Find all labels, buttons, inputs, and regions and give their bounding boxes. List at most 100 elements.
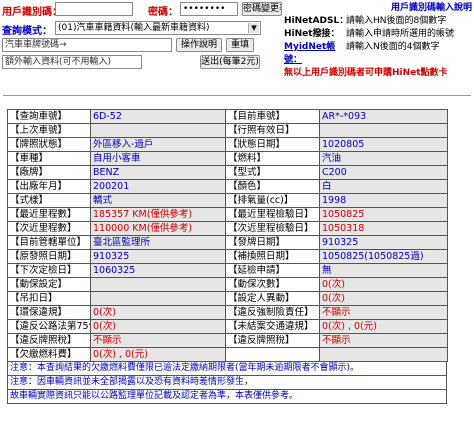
reset-button[interactable]: 重填 — [226, 38, 254, 52]
field-value: 自用小客車 — [90, 151, 226, 166]
field-label: 【違反強制險責任】 — [225, 305, 320, 320]
field-label: 【行照有效日】 — [225, 123, 320, 138]
hint-row: MyidNet帳號： 請輸入N後面的4個數字 — [284, 39, 472, 65]
field-value: 0(次) — [90, 319, 226, 334]
table-row: 【目前管轄單位】 臺北區監理所 【發牌日期】 910325 — [7, 235, 448, 250]
field-value: 1050318 — [319, 221, 448, 236]
field-value: 0(次) — [90, 305, 226, 320]
field-label: 【上次車號】 — [7, 123, 91, 138]
note-line: 注意：因車輛資訊並未全部揭露以及恐有資料時差情形發生， — [7, 376, 447, 390]
table-row: 【動保設定】 【動保次數】 0(次) — [7, 277, 448, 292]
field-label: 【型式】 — [225, 165, 320, 180]
field-label: 【未結案交通違規】 — [225, 319, 320, 334]
field-value: 6D-52 — [90, 109, 226, 124]
field-label: 【違反公路法第75條】 — [7, 319, 91, 334]
table-row: 【廠牌】 BENZ 【型式】 C200 — [7, 165, 448, 180]
table-row: 【次近里程數】 110000 KM(僅供參考) 【次近里程檢驗日】 1050318 — [7, 221, 448, 236]
password-input[interactable]: •••••••• — [180, 2, 238, 16]
field-label: 【動保次數】 — [225, 277, 320, 292]
hint-title: 用戶識別碼輸入說明 — [390, 3, 472, 13]
chevron-down-icon: ▼ — [248, 23, 259, 33]
field-value: 1050825(1050825過) — [319, 249, 448, 264]
field-label: 【動保設定】 — [7, 277, 91, 292]
hint-key-link[interactable]: MyidNet帳號： — [284, 39, 346, 65]
user-id-input[interactable] — [55, 2, 133, 16]
field-value — [90, 291, 226, 306]
field-value: 910325 — [319, 235, 448, 250]
table-row: 【最近里程數】 185357 KM(僅供參考) 【最近里程檢驗日】 1050825 — [7, 207, 448, 222]
hint-value: 請輸入申請時所選用的帳號 — [346, 29, 455, 39]
field-value: C200 — [319, 165, 448, 180]
field-value: 臺北區監理所 — [90, 235, 226, 250]
field-value: 1060325 — [90, 263, 226, 278]
field-label: 【目前車號】 — [225, 109, 320, 124]
query-mode-value: (01)汽車車籍資料(輸入最新車籍資料) — [58, 23, 210, 33]
field-label: 【燃料】 — [225, 151, 320, 166]
field-label: 【環保違規】 — [7, 305, 91, 320]
field-label: 【設定人異動】 — [225, 291, 320, 306]
field-value: 185357 KM(僅供參考) — [90, 207, 226, 222]
field-label: 【發牌日期】 — [225, 235, 320, 250]
table-row: 【環保違規】 0(次) 【違反強制險責任】 不顯示 — [7, 305, 448, 320]
field-label — [225, 347, 320, 362]
table-row: 【原發照日期】 910325 【補換照日期】 1050825(1050825過) — [7, 249, 448, 264]
field-value — [319, 347, 448, 362]
operation-help-button[interactable]: 操作說明 — [176, 38, 222, 52]
field-label: 【最近里程數】 — [7, 207, 91, 222]
field-value: 汽油 — [319, 151, 448, 166]
field-value: 200201 — [90, 179, 226, 194]
table-row: 【欠繳燃料費】 0(次) , 0(元) — [7, 347, 448, 362]
extra-input[interactable]: 額外輸入資料(可不用輸入) — [2, 55, 142, 69]
field-value: 外區移入-過戶 — [90, 137, 226, 152]
field-value: 0(次) — [319, 277, 448, 292]
change-password-button[interactable]: 密碼變更表： — [242, 2, 282, 16]
field-label: 【式樣】 — [7, 193, 91, 208]
field-label: 【車種】 — [7, 151, 91, 166]
field-label: 【違反牌照稅】 — [225, 333, 320, 348]
hint-key: HiNetADSL： — [284, 16, 349, 26]
hint-row: HiNetADSL： 請輸入HN後面的8個數字 — [284, 13, 472, 26]
field-value: 1020805 — [319, 137, 448, 152]
table-row: 【牌照狀態】 外區移入-過戶 【狀態日期】 1020805 — [7, 137, 448, 152]
table-row: 【下次定檢日】 1060325 【延檢申請】無 — [7, 263, 448, 278]
field-value — [90, 123, 226, 138]
field-value: 轎式 — [90, 193, 226, 208]
field-label: 【原發照日期】 — [7, 249, 91, 264]
field-value: 白 — [319, 179, 448, 194]
field-label: 【欠繳燃料費】 — [7, 347, 91, 362]
table-row: 【出廠年月】 200201 【顏色】白 — [7, 179, 448, 194]
table-row: 【違反牌照稅】 不顯示 【違反牌照稅】 不顯示 — [7, 333, 448, 348]
hint-value: 請輸入N後面的4個數字 — [346, 42, 440, 52]
hint-key: HiNet撥接： — [284, 29, 340, 39]
field-label: 【查詢車號】 — [7, 109, 91, 124]
submit-button[interactable]: 送出(每筆2元) — [200, 55, 260, 69]
field-value — [90, 277, 226, 292]
field-label: 【排氣量(cc)】 — [225, 193, 320, 208]
field-value: AR*-*093 — [319, 109, 448, 124]
hint-value: 請輸入HN後面的8個數字 — [346, 16, 447, 26]
plate-input[interactable]: 汽車車牌號碼→ — [2, 38, 172, 52]
note-line: 故車輛實際資訊只能以公路監理單位記載及認定者為準，本表僅供參考。 — [7, 390, 447, 404]
field-value: 1050825 — [319, 207, 448, 222]
field-label: 【吊扣日】 — [7, 291, 91, 306]
notes: 注意：本查詢結果的欠繳燃料費僅限已逾法定繳納期限者(當年期未逾期限者不會顯示)。… — [7, 362, 447, 404]
field-label: 【次近里程數】 — [7, 221, 91, 236]
field-value: BENZ — [90, 165, 226, 180]
query-mode-select[interactable]: (01)汽車車籍資料(輸入最新車籍資料) ▼ — [55, 21, 261, 35]
note-line: 注意：本查詢結果的欠繳燃料費僅限已逾法定繳納期限者(當年期未逾期限者不會顯示)。 — [7, 362, 447, 376]
field-value — [319, 123, 448, 138]
hint-footer[interactable]: 無以上用戶識別碼者可申購HiNet點數卡 — [284, 65, 472, 78]
table-row: 【上次車號】 【行照有效日】 — [7, 123, 448, 138]
field-label: 【廠牌】 — [7, 165, 91, 180]
field-value: 0(次) , 0(元) — [90, 347, 226, 362]
field-label: 【顏色】 — [225, 179, 320, 194]
field-value: 不顯示 — [319, 333, 448, 348]
field-label: 【牌照狀態】 — [7, 137, 91, 152]
table-row: 【查詢車號】 6D-52 【目前車號】 AR*-*093 — [7, 109, 448, 124]
field-label: 【出廠年月】 — [7, 179, 91, 194]
field-value: 910325 — [90, 249, 226, 264]
field-label: 【延檢申請】 — [225, 263, 320, 278]
vehicle-info-table: 【查詢車號】 6D-52 【目前車號】 AR*-*093 【上次車號】 【行照有效日】 【牌… — [7, 109, 448, 362]
password-label: 密碼： — [148, 7, 178, 18]
field-label: 【最近里程檢驗日】 — [225, 207, 320, 222]
